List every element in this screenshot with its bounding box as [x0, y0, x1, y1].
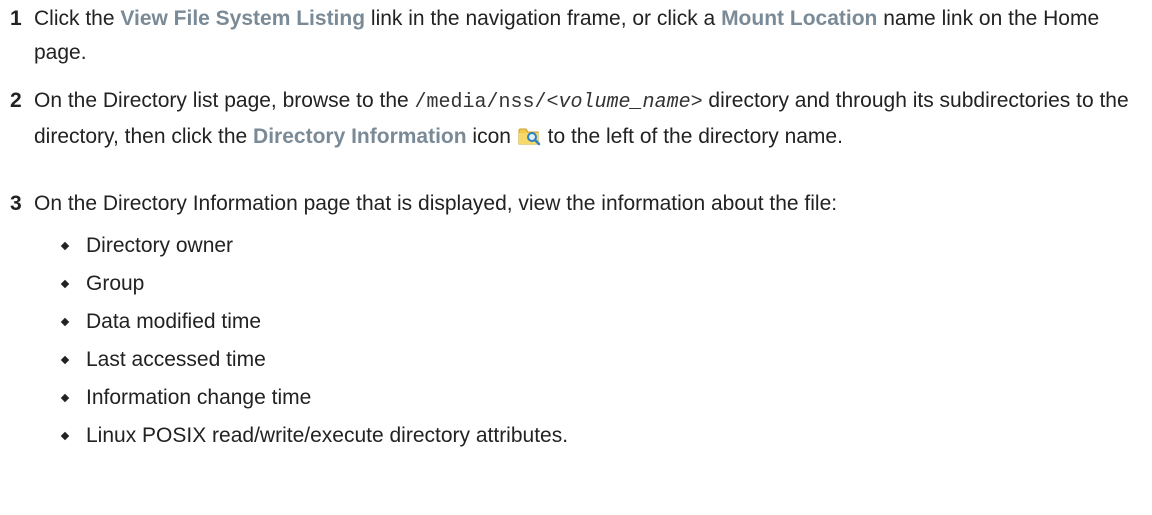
step-text: Click the View File System Listing link … — [34, 2, 1144, 70]
step-number: 1 — [10, 7, 22, 30]
text-run: to the left of the directory name. — [541, 125, 843, 148]
step-number: 3 — [10, 192, 22, 215]
mount-location-term: Mount Location — [721, 7, 878, 30]
list-item-text: Group — [86, 272, 145, 295]
bullet-diamond-icon — [60, 355, 70, 365]
text-run: On the Directory list page, browse to th… — [34, 89, 415, 112]
step-text: On the Directory list page, browse to th… — [34, 84, 1144, 154]
step-2: 2 On the Directory list page, browse to … — [8, 84, 1144, 154]
bullet-diamond-icon — [60, 279, 70, 289]
bullet-diamond-icon — [60, 317, 70, 327]
procedure-page: 1 Click the View File System Listing lin… — [0, 0, 1152, 515]
view-file-system-listing-term: View File System Listing — [120, 7, 366, 30]
step-number: 2 — [10, 89, 22, 112]
directory-info-list: Directory owner Group Data modified time… — [58, 229, 568, 457]
volume-path: /media/nss/<volume_name> — [415, 91, 703, 114]
path-suffix: > — [690, 91, 703, 114]
step-3: 3 On the Directory Information page that… — [8, 187, 1144, 221]
text-run: link in the navigation frame, or click a — [365, 7, 722, 30]
directory-information-term: Directory Information — [253, 125, 467, 148]
list-item: Information change time — [58, 381, 568, 419]
list-item-text: Linux POSIX read/write/execute directory… — [86, 424, 569, 447]
folder-magnifier-icon — [518, 123, 541, 146]
list-item: Last accessed time — [58, 343, 568, 381]
list-item-text: Last accessed time — [86, 348, 266, 371]
text-run: Click the — [34, 7, 121, 30]
step-text: On the Directory Information page that i… — [34, 192, 838, 215]
list-item: Group — [58, 267, 568, 305]
path-prefix: /media/nss/< — [414, 91, 559, 114]
list-item: Linux POSIX read/write/execute directory… — [58, 419, 568, 457]
list-item: Data modified time — [58, 305, 568, 343]
text-run: icon — [466, 125, 517, 148]
bullet-diamond-icon — [60, 431, 70, 441]
step-1: 1 Click the View File System Listing lin… — [8, 2, 1144, 70]
list-item-text: Data modified time — [86, 310, 262, 333]
bullet-diamond-icon — [60, 241, 70, 251]
bullet-diamond-icon — [60, 393, 70, 403]
list-item: Directory owner — [58, 229, 568, 267]
list-item-text: Information change time — [86, 386, 312, 409]
list-item-text: Directory owner — [86, 234, 234, 257]
path-variable: volume_name — [558, 91, 691, 114]
